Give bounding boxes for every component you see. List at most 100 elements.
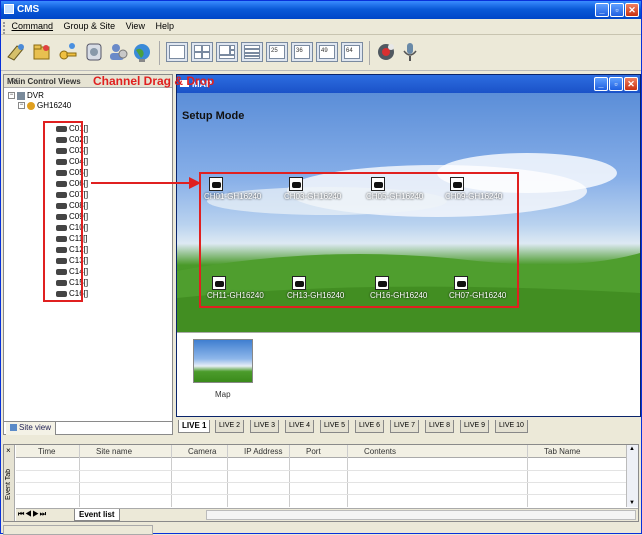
tab-live-4[interactable]: LIVE 4: [285, 420, 315, 433]
camera-icon: [371, 177, 385, 191]
camera-label: CH09-GH16240: [445, 192, 503, 201]
site-view-icon: [10, 424, 17, 432]
tree-device[interactable]: − GH16240: [18, 101, 71, 110]
column-camera[interactable]: Camera: [188, 447, 216, 456]
event-tab-label: Event Tab: [5, 469, 12, 501]
tab-live-8[interactable]: LIVE 8: [425, 420, 455, 433]
map-camera[interactable]: CH05-GH16240: [366, 177, 436, 201]
column-port[interactable]: Port: [306, 447, 321, 456]
record-icon[interactable]: [375, 41, 397, 63]
collapse-icon[interactable]: −: [18, 102, 25, 110]
tab-live-6[interactable]: LIVE 6: [355, 420, 385, 433]
menu-bar: Command Group & Site View Help: [1, 19, 641, 35]
toolbar: 25 36 49 64: [1, 35, 641, 71]
event-horizontal-scrollbar[interactable]: [206, 510, 636, 520]
camera-icon: [212, 276, 226, 290]
layout-4x4-button[interactable]: [241, 42, 263, 62]
map-camera[interactable]: CH11-GH16240: [207, 276, 277, 300]
toolbar-separator: [159, 41, 160, 65]
menu-help[interactable]: Help: [151, 21, 178, 31]
event-nav-buttons[interactable]: ⏮◀▶⏭: [18, 511, 47, 519]
camera-label: CH13-GH16240: [287, 291, 345, 300]
tab-event-list[interactable]: Event list: [74, 509, 120, 521]
connect-icon[interactable]: [5, 41, 27, 63]
layout-25-button[interactable]: 25: [266, 42, 288, 62]
tree-root-dvr[interactable]: − DVR: [8, 91, 44, 100]
tab-live-10[interactable]: LIVE 10: [495, 420, 528, 433]
map-camera[interactable]: CH13-GH16240: [287, 276, 357, 300]
row-line: [16, 482, 626, 483]
map-camera[interactable]: CH07-GH16240: [449, 276, 519, 300]
dvr-icon: [17, 91, 25, 100]
tab-live-3[interactable]: LIVE 3: [250, 420, 280, 433]
col-divider: [347, 445, 348, 507]
map-list-area: Map: [177, 332, 640, 416]
menu-command[interactable]: Command: [8, 21, 58, 31]
map-camera[interactable]: CH01-GH16240: [204, 177, 274, 201]
map-window: MAP _ ▫ ✕ Setup Mode CH01-GH16240 CH03-GH…: [176, 74, 641, 417]
microphone-icon[interactable]: [399, 41, 421, 63]
map-camera[interactable]: CH03-GH16240: [284, 177, 354, 201]
close-button[interactable]: ✕: [625, 3, 639, 17]
column-ip-address[interactable]: IP Address: [244, 447, 283, 456]
tab-site-view[interactable]: Site view: [6, 422, 57, 435]
maximize-button[interactable]: ▫: [610, 3, 624, 17]
app-icon: [4, 4, 14, 14]
layout-3x3-button[interactable]: [216, 42, 238, 62]
col-divider: [289, 445, 290, 507]
layout-36-button[interactable]: 36: [291, 42, 313, 62]
camera-icon: [450, 177, 464, 191]
camera-label: CH05-GH16240: [366, 192, 424, 201]
event-vertical-scrollbar[interactable]: ▲ ▼: [626, 445, 638, 507]
map-canvas[interactable]: Setup Mode CH01-GH16240 CH03-GH16240 CH05-…: [177, 93, 640, 332]
group-icon[interactable]: [31, 41, 53, 63]
title-bar: CMS _ ▫ ✕: [1, 1, 641, 19]
column-contents[interactable]: Contents: [364, 447, 396, 456]
map-close-button[interactable]: ✕: [624, 77, 638, 91]
event-footer: ⏮◀▶⏭ Event list: [16, 508, 638, 521]
col-divider: [79, 445, 80, 507]
menu-group-site[interactable]: Group & Site: [60, 21, 120, 31]
map-camera[interactable]: CH09-GH16240: [445, 177, 515, 201]
layout-49-button[interactable]: 49: [316, 42, 338, 62]
event-side-strip: × Event Tab: [4, 445, 15, 521]
tab-live-2[interactable]: LIVE 2: [215, 420, 245, 433]
event-table-header: Time Site name Camera IP Address Port Co…: [16, 445, 626, 458]
map-camera[interactable]: CH16-GH16240: [370, 276, 440, 300]
menu-grip: [3, 21, 5, 34]
globe-icon[interactable]: [131, 41, 153, 63]
minimize-button[interactable]: _: [595, 3, 609, 17]
camera-icon: [454, 276, 468, 290]
event-close-icon[interactable]: ×: [6, 446, 11, 455]
column-site-name[interactable]: Site name: [96, 447, 132, 456]
tab-live-1[interactable]: LIVE 1: [178, 420, 211, 433]
map-thumbnail-label: Map: [215, 390, 231, 399]
camera-label: CH03-GH16240: [284, 192, 342, 201]
main-control-views-panel: Main Control Views ▫ ✕ − DVR − GH16240 C01…: [3, 74, 173, 431]
key-icon[interactable]: [57, 41, 79, 63]
scroll-down-icon[interactable]: ▼: [629, 500, 635, 506]
tab-live-5[interactable]: LIVE 5: [320, 420, 350, 433]
settings-icon[interactable]: [83, 41, 105, 63]
col-divider: [171, 445, 172, 507]
column-time[interactable]: Time: [38, 447, 55, 456]
live-tabs: LIVE 1 LIVE 2 LIVE 3 LIVE 4 LIVE 5 LIVE 6 LIVE…: [176, 419, 641, 434]
column-tab-name[interactable]: Tab Name: [544, 447, 580, 456]
layout-2x2-button[interactable]: [191, 42, 213, 62]
cms-window: CMS _ ▫ ✕ Command Group & Site View Help…: [0, 0, 642, 535]
collapse-icon[interactable]: −: [8, 92, 15, 100]
map-maximize-button[interactable]: ▫: [609, 77, 623, 91]
map-minimize-button[interactable]: _: [594, 77, 608, 91]
layout-1x1-button[interactable]: [166, 42, 188, 62]
scroll-up-icon[interactable]: ▲: [629, 446, 635, 452]
menu-view[interactable]: View: [122, 21, 149, 31]
tab-live-9[interactable]: LIVE 9: [460, 420, 490, 433]
layout-64-button[interactable]: 64: [341, 42, 363, 62]
tab-live-7[interactable]: LIVE 7: [390, 420, 420, 433]
user-icon[interactable]: [107, 41, 129, 63]
camera-icon: [375, 276, 389, 290]
camera-label: CH07-GH16240: [449, 291, 507, 300]
map-thumbnail[interactable]: [193, 339, 253, 383]
camera-label: CH16-GH16240: [370, 291, 428, 300]
col-divider: [227, 445, 228, 507]
